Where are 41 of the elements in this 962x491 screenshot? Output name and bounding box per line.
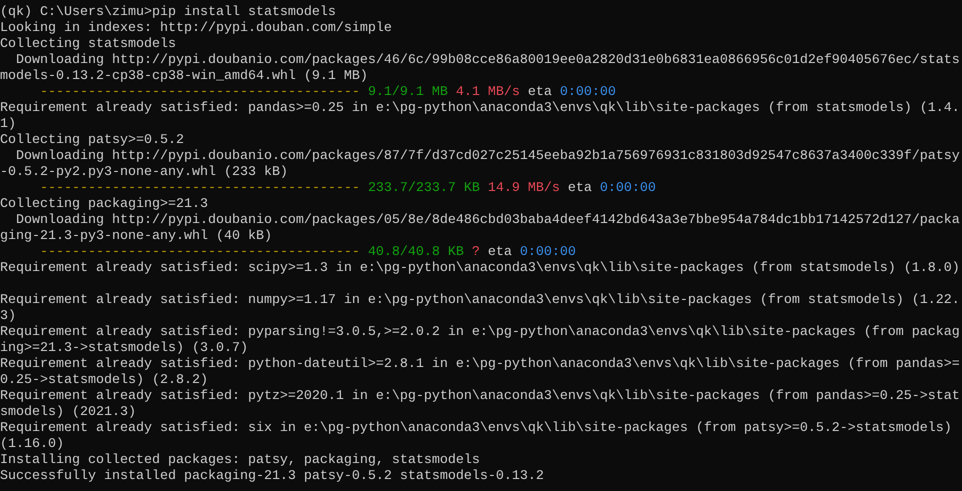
- terminal-line: Collecting packaging>=21.3: [0, 197, 209, 213]
- terminal-line: Requirement already satisfied: numpy>=1.17 in e:\pg-python\anaconda3\envs\qk\lib\site-packages (from statsmodels) (1.22.: [0, 293, 961, 309]
- terminal-line: 1): [0, 117, 17, 133]
- terminal-line: (qk) C:\Users\zimu>pip install statsmodels: [0, 5, 337, 21]
- terminal-line: Installing collected packages: patsy, packaging, statsmodels: [0, 453, 481, 469]
- terminal-line: Collecting statsmodels: [0, 37, 177, 53]
- terminal-line: Requirement already satisfied: python-dateutil>=2.8.1 in e:\pg-python\anaconda3\envs\qk\lib\site-packages (from pandas>=: [0, 357, 961, 373]
- terminal-line: smodels) (2021.3): [0, 405, 137, 421]
- eta-time: 0:00:00: [600, 181, 656, 197]
- eta-label: eta: [488, 245, 512, 261]
- download-speed: ?: [472, 245, 480, 261]
- terminal-line: Requirement already satisfied: scipy>=1.3 in e:\pg-python\anaconda3\envs\qk\lib\site-packages (from statsmodels) (1.8.0): [0, 261, 961, 277]
- download-size: 40.8/40.8 KB: [368, 245, 464, 261]
- terminal-line: 0.25->statsmodels) (2.8.2): [0, 373, 209, 389]
- eta-label: eta: [568, 181, 592, 197]
- terminal-line: ging-21.3-py3-none-any.whl (40 kB): [0, 229, 273, 245]
- download-size: 233.7/233.7 KB: [368, 181, 480, 197]
- terminal-line: Successfully installed packaging-21.3 patsy-0.5.2 statsmodels-0.13.2: [0, 469, 545, 485]
- terminal-line: 3): [0, 309, 17, 325]
- download-size: 9.1/9.1 MB: [368, 85, 448, 101]
- eta-time: 0:00:00: [520, 245, 576, 261]
- terminal-line: Downloading http://pypi.doubanio.com/packages/05/8e/8de486cbd03baba4deef4142bd643a3e7bbe954a784dc1bb17142572d127/packa: [14, 213, 961, 229]
- terminal-line: Looking in indexes: http://pypi.douban.com/simple: [0, 21, 393, 37]
- dash-line-text: ----------------------------------------: [40, 85, 360, 101]
- terminal-line: Downloading http://pypi.doubanio.com/packages/87/7f/d37cd027c25145eeba92b1a756976931c831803d92547c8637a3400c339f/patsy: [14, 149, 961, 165]
- download-speed: 14.9 MB/s: [488, 181, 560, 197]
- terminal-line: -0.5.2-py2.py3-none-any.whl (233 kB): [0, 165, 289, 181]
- terminal-line: Requirement already satisfied: pytz>=2020.1 in e:\pg-python\anaconda3\envs\qk\lib\site-packages (from pandas>=0.25->stat: [0, 389, 961, 405]
- terminal-line: Downloading http://pypi.doubanio.com/packages/46/6c/99b08cce86a80019ee0a2820d31e0b6831ea0866956c01d2ef90405676ec/stats: [14, 53, 961, 69]
- terminal-line: models-0.13.2-cp38-cp38-win_amd64.whl (9.1 MB): [0, 69, 369, 85]
- terminal-line: Requirement already satisfied: pyparsing!=3.0.5,>=2.0.2 in e:\pg-python\anaconda3\envs\qk\lib\site-packages (from packag: [0, 325, 961, 341]
- dash-line-text: ----------------------------------------: [40, 181, 360, 197]
- eta-label: eta: [528, 85, 552, 101]
- terminal-line: Collecting patsy>=0.5.2: [0, 133, 185, 149]
- eta-time: 0:00:00: [560, 85, 616, 101]
- terminal-line: Requirement already satisfied: pandas>=0.25 in e:\pg-python\anaconda3\envs\qk\lib\site-packages (from statsmodels) (1.4.: [0, 101, 961, 117]
- terminal-line: (1.16.0): [0, 437, 65, 453]
- terminal-line: ing>=21.3->statsmodels) (3.0.7): [0, 341, 249, 357]
- download-speed: 4.1 MB/s: [456, 85, 520, 101]
- terminal-line: Requirement already satisfied: six in e:\pg-python\anaconda3\envs\qk\lib\site-packages (from patsy>=0.5.2->statsmodels): [0, 421, 953, 437]
- dash-line-text: ----------------------------------------: [40, 245, 360, 261]
